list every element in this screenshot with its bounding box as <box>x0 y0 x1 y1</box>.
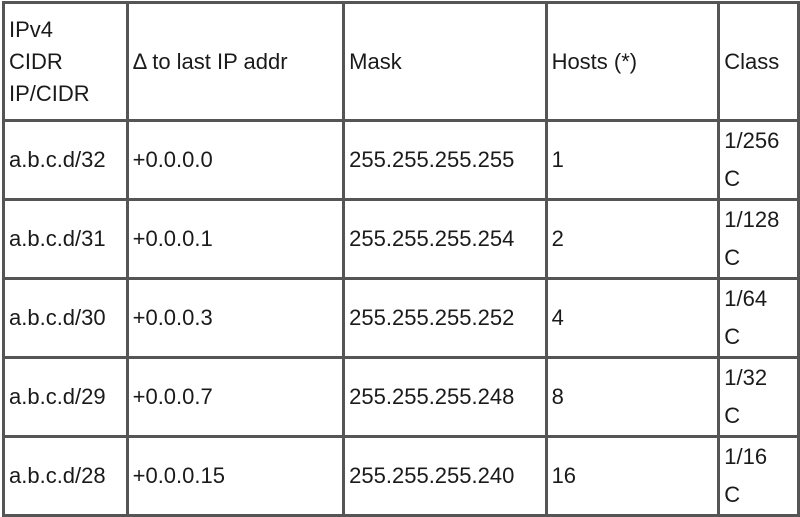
cell-delta: +0.0.0.0 <box>125 119 346 201</box>
class-letter: C <box>724 403 741 428</box>
class-fraction: 1/64 <box>724 286 768 311</box>
header-line: IPv4 <box>9 16 54 42</box>
header-row: IPv4 CIDR IP/CIDR Δ to last IP addr Mask… <box>2 1 800 122</box>
header-delta: Δ to last IP addr <box>125 1 346 122</box>
cell-cidr: a.b.c.d/32 <box>2 119 129 201</box>
cell-hosts: 4 <box>544 277 721 359</box>
cell-mask: 255.255.255.252 <box>342 277 548 359</box>
class-letter: C <box>724 245 741 270</box>
cell-mask: 255.255.255.240 <box>342 435 548 517</box>
cidr-table: IPv4 CIDR IP/CIDR Δ to last IP addr Mask… <box>2 1 800 517</box>
cell-class: 1/256 C <box>717 119 800 201</box>
table-row: a.b.c.d/32 +0.0.0.0 255.255.255.255 1 1/… <box>2 119 800 201</box>
cell-class: 1/64 C <box>717 277 800 359</box>
cell-cidr: a.b.c.d/31 <box>2 198 129 280</box>
cell-delta: +0.0.0.15 <box>125 435 346 517</box>
cell-cidr: a.b.c.d/29 <box>2 356 129 438</box>
table-row: a.b.c.d/31 +0.0.0.1 255.255.255.254 2 1/… <box>2 198 800 280</box>
cell-hosts: 2 <box>544 198 721 280</box>
cell-class: 1/32 C <box>717 356 800 438</box>
class-fraction: 1/128 <box>724 207 780 232</box>
cell-delta: +0.0.0.7 <box>125 356 346 438</box>
table-row: a.b.c.d/30 +0.0.0.3 255.255.255.252 4 1/… <box>2 277 800 359</box>
table-row: a.b.c.d/28 +0.0.0.15 255.255.255.240 16 … <box>2 435 800 517</box>
cell-mask: 255.255.255.248 <box>342 356 548 438</box>
header-mask: Mask <box>342 1 548 122</box>
cell-hosts: 8 <box>544 356 721 438</box>
cell-delta: +0.0.0.3 <box>125 277 346 359</box>
header-line: IP/CIDR <box>9 80 90 106</box>
header-ipv4-cidr: IPv4 CIDR IP/CIDR <box>2 1 129 122</box>
header-hosts: Hosts (*) <box>544 1 721 122</box>
cell-cidr: a.b.c.d/28 <box>2 435 129 517</box>
cell-cidr: a.b.c.d/30 <box>2 277 129 359</box>
cell-mask: 255.255.255.255 <box>342 119 548 201</box>
header-line: CIDR <box>9 48 63 74</box>
cell-class: 1/128 C <box>717 198 800 280</box>
cell-mask: 255.255.255.254 <box>342 198 548 280</box>
cell-delta: +0.0.0.1 <box>125 198 346 280</box>
cell-class: 1/16 C <box>717 435 800 517</box>
class-letter: C <box>724 482 741 507</box>
class-fraction: 1/16 <box>724 444 768 469</box>
table-row: a.b.c.d/29 +0.0.0.7 255.255.255.248 8 1/… <box>2 356 800 438</box>
class-letter: C <box>724 166 741 191</box>
class-letter: C <box>724 324 741 349</box>
header-class: Class <box>717 1 800 122</box>
class-fraction: 1/256 <box>724 128 780 153</box>
cell-hosts: 1 <box>544 119 721 201</box>
class-fraction: 1/32 <box>724 365 768 390</box>
cell-hosts: 16 <box>544 435 721 517</box>
